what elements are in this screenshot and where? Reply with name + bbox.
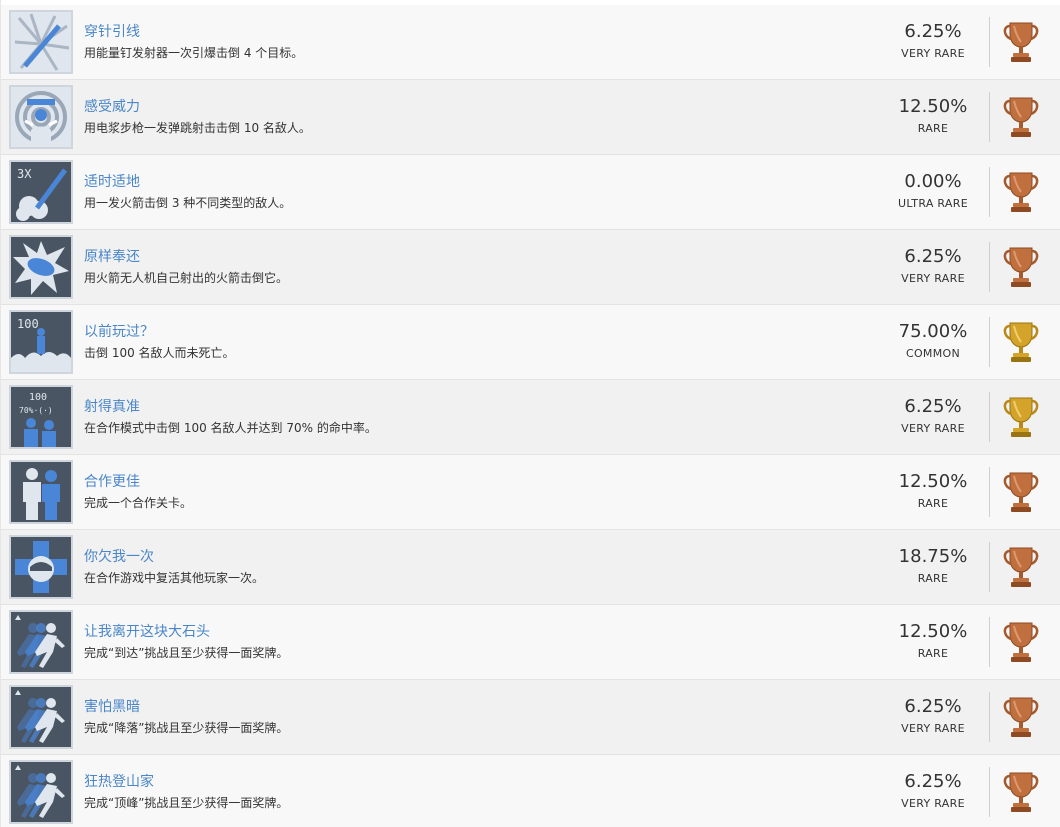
gold-trophy-icon: [1003, 322, 1039, 362]
divider: [989, 92, 990, 142]
nail-gun-burst-icon: [9, 10, 73, 74]
achievement-description: 完成“顶峰”挑战且至少获得一面奖牌。: [84, 796, 289, 810]
revive-helmet-icon: [9, 535, 73, 599]
rarity-label: VERY RARE: [901, 272, 965, 285]
divider: [989, 317, 990, 367]
unlock-percent: 12.50%: [898, 471, 968, 492]
rarity-label: VERY RARE: [901, 422, 965, 435]
divider: [989, 242, 990, 292]
rarity-label: RARE: [917, 572, 949, 585]
bronze-trophy-icon: [1003, 547, 1039, 587]
rarity-label: RARE: [917, 647, 949, 660]
achievement-description: 完成“到达”挑战且至少获得一面奖牌。: [84, 646, 289, 660]
unlock-percent: 6.25%: [904, 21, 962, 42]
achievement-title[interactable]: 射得真准: [84, 396, 140, 416]
coop-accuracy-icon: 100 70%·(·): [9, 385, 73, 449]
achievement-row[interactable]: 100 70%·(·) 射得真准 在合作模式中击倒 100 名敌人并达到 70%…: [1, 380, 1060, 455]
bronze-trophy-icon: [1003, 622, 1039, 662]
badge-text: 3X: [17, 167, 32, 181]
achievement-title[interactable]: 以前玩过？: [84, 321, 154, 341]
achievement-row[interactable]: 狂热登山家 完成“顶峰”挑战且至少获得一面奖牌。 6.25% VERY RARE: [1, 755, 1060, 827]
achievement-title[interactable]: 合作更佳: [84, 471, 140, 491]
badge-text: 100: [17, 317, 39, 331]
runner-challenge-icon: [9, 685, 73, 749]
runner-challenge-icon: [9, 610, 73, 674]
achievement-row[interactable]: 3X 适时适地 用一发火箭击倒 3 种不同类型的敌人。 0.00% ULTRA …: [1, 155, 1060, 230]
achievement-row[interactable]: 100 以前玩过？ 击倒 100 名敌人而未死亡。 75.00% COMMON: [1, 305, 1060, 380]
achievement-description: 在合作游戏中复活其他玩家一次。: [84, 571, 265, 585]
achievement-description: 完成一个合作关卡。: [84, 496, 193, 510]
divider: [989, 17, 990, 67]
unlock-percent: 6.25%: [904, 696, 962, 717]
achievement-title[interactable]: 适时适地: [84, 171, 140, 191]
rarity-label: COMMON: [905, 347, 960, 360]
divider: [989, 617, 990, 667]
divider: [989, 767, 990, 817]
achievement-description: 用一发火箭击倒 3 种不同类型的敌人。: [84, 196, 292, 210]
achievement-title[interactable]: 穿针引线: [84, 21, 140, 41]
survivor-100-icon: 100: [9, 310, 73, 374]
achievement-title[interactable]: 害怕黑暗: [84, 696, 140, 716]
rocket-3x-icon: 3X: [9, 160, 73, 224]
achievement-description: 用能量钉发射器一次引爆击倒 4 个目标。: [84, 46, 304, 60]
bronze-trophy-icon: [1003, 172, 1039, 212]
achievement-title[interactable]: 让我离开这块大石头: [84, 621, 210, 641]
badge-subtext: 70%·(·): [19, 406, 53, 415]
unlock-percent: 6.25%: [904, 246, 962, 267]
rarity-label: VERY RARE: [901, 797, 965, 810]
achievement-description: 完成“降落”挑战且至少获得一面奖牌。: [84, 721, 289, 735]
bronze-trophy-icon: [1003, 697, 1039, 737]
bronze-trophy-icon: [1003, 772, 1039, 812]
achievement-title[interactable]: 原样奉还: [84, 246, 140, 266]
bronze-trophy-icon: [1003, 472, 1039, 512]
bronze-trophy-icon: [1003, 22, 1039, 62]
bronze-trophy-icon: [1003, 247, 1039, 287]
divider: [989, 392, 990, 442]
achievement-title[interactable]: 感受威力: [84, 96, 140, 116]
divider: [989, 692, 990, 742]
drone-explosion-icon: [9, 235, 73, 299]
rarity-label: VERY RARE: [901, 722, 965, 735]
unlock-percent: 6.25%: [904, 771, 962, 792]
achievement-title[interactable]: 狂热登山家: [84, 771, 154, 791]
achievement-description: 在合作模式中击倒 100 名敌人并达到 70% 的命中率。: [84, 421, 377, 435]
plasma-rifle-shock-icon: [9, 85, 73, 149]
coop-partners-icon: [9, 460, 73, 524]
achievement-row[interactable]: 你欠我一次 在合作游戏中复活其他玩家一次。 18.75% RARE: [1, 530, 1060, 605]
divider: [989, 467, 990, 517]
achievement-description: 用火箭无人机自己射出的火箭击倒它。: [84, 271, 289, 285]
achievement-description: 用电浆步枪一发弹跳射击击倒 10 名敌人。: [84, 121, 311, 135]
achievement-row[interactable]: 感受威力 用电浆步枪一发弹跳射击击倒 10 名敌人。 12.50% RARE: [1, 80, 1060, 155]
gold-trophy-icon: [1003, 397, 1039, 437]
unlock-percent: 6.25%: [904, 396, 962, 417]
achievement-row[interactable]: 让我离开这块大石头 完成“到达”挑战且至少获得一面奖牌。 12.50% RARE: [1, 605, 1060, 680]
divider: [989, 167, 990, 217]
divider: [989, 542, 990, 592]
unlock-percent: 75.00%: [898, 321, 968, 342]
achievement-row[interactable]: 原样奉还 用火箭无人机自己射出的火箭击倒它。 6.25% VERY RARE: [1, 230, 1060, 305]
achievement-row[interactable]: 合作更佳 完成一个合作关卡。 12.50% RARE: [1, 455, 1060, 530]
achievement-row[interactable]: 害怕黑暗 完成“降落”挑战且至少获得一面奖牌。 6.25% VERY RARE: [1, 680, 1060, 755]
badge-text: 100: [29, 392, 47, 403]
bronze-trophy-icon: [1003, 97, 1039, 137]
achievement-title[interactable]: 你欠我一次: [84, 546, 154, 566]
rarity-label: ULTRA RARE: [898, 197, 968, 210]
runner-challenge-icon: [9, 760, 73, 824]
unlock-percent: 18.75%: [898, 546, 968, 567]
rarity-label: RARE: [917, 497, 949, 510]
achievement-description: 击倒 100 名敌人而未死亡。: [84, 346, 235, 360]
unlock-percent: 12.50%: [898, 96, 968, 117]
unlock-percent: 0.00%: [904, 171, 962, 192]
rarity-label: RARE: [917, 122, 949, 135]
achievement-list: 穿针引线 用能量钉发射器一次引爆击倒 4 个目标。 6.25% VERY RAR…: [0, 0, 1060, 827]
unlock-percent: 12.50%: [898, 621, 968, 642]
achievement-row[interactable]: 穿针引线 用能量钉发射器一次引爆击倒 4 个目标。 6.25% VERY RAR…: [1, 5, 1060, 80]
rarity-label: VERY RARE: [901, 47, 965, 60]
